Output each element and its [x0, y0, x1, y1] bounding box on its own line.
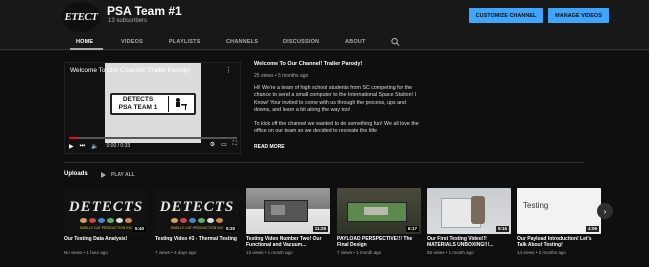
subscriber-count: 13 subscribers: [108, 18, 148, 24]
video-thumbnail[interactable]: 9:15: [427, 188, 511, 234]
thumbnail-logo: DETECTS: [159, 199, 235, 215]
miniplayer-icon[interactable]: ▭: [221, 141, 227, 148]
featured-meta: 25 views • 5 months ago: [254, 73, 309, 79]
video-card[interactable]: DETECTS SMELLY CAT PRODUCTION INC 5:40 O…: [64, 188, 148, 255]
search-icon[interactable]: [391, 37, 400, 47]
video-meta: 14 views • 2 months ago: [517, 250, 566, 255]
tab-home[interactable]: HOME: [76, 39, 93, 45]
video-meta: 55 views • 1 month ago: [427, 250, 474, 255]
customize-channel-button[interactable]: CUSTOMIZE CHANNEL: [469, 8, 543, 23]
video-card[interactable]: 9:15 Our First Testing Video!!! MATERIAL…: [427, 188, 511, 255]
thumbnail-machine: [264, 200, 308, 222]
video-card[interactable]: DETECTS SMELLY CAT PRODUCTION INC 5:20 T…: [155, 188, 239, 255]
read-more-link[interactable]: READ MORE: [254, 144, 285, 150]
video-title[interactable]: Testing Video #3 - Thermal Testing: [155, 236, 239, 249]
video-title[interactable]: Our Payload Introduction! Let's Talk Abo…: [517, 236, 601, 249]
video-thumbnail[interactable]: DETECTS SMELLY CAT PRODUCTION INC 5:20: [155, 188, 239, 234]
video-title[interactable]: Our Testing Data Analysis!: [64, 236, 148, 249]
tab-channels[interactable]: CHANNELS: [226, 39, 258, 45]
video-meta: 7 views • 4 days ago: [155, 250, 197, 255]
active-tab-indicator: [70, 48, 103, 50]
video-thumbnail[interactable]: DETECTS SMELLY CAT PRODUCTION INC 5:40: [64, 188, 148, 234]
player-frame: DETECTS PSA TEAM 1: [105, 63, 201, 143]
channel-avatar[interactable]: ETECT: [62, 2, 100, 32]
video-thumbnail[interactable]: 11:29: [246, 188, 330, 234]
time-readout: 0:00 / 0:33: [106, 143, 131, 149]
video-card[interactable]: Testing 4:06 Our Payload Introduction! L…: [517, 188, 601, 255]
thumbnail-text: Testing: [523, 201, 549, 210]
badge-line-2: PSA TEAM 1: [118, 104, 158, 111]
video-card[interactable]: 6:17 PAYLOAD PERSPECTIVE!!! The Final De…: [337, 188, 421, 255]
desk-person-icon: [168, 96, 190, 112]
player-title: Welcome To Our Channel! Trailer Parody!: [70, 67, 191, 74]
fullscreen-icon[interactable]: ⛶: [233, 141, 237, 148]
chevron-right-icon[interactable]: ›: [597, 203, 613, 219]
description-paragraph-1: Hi! We're a team of high school students…: [254, 85, 416, 113]
tab-discussion[interactable]: DISCUSSION: [283, 39, 319, 45]
progress-bar[interactable]: [69, 137, 237, 139]
description-paragraph-2: To kick off the channel we wanted to do …: [254, 121, 419, 135]
detects-badge: DETECTS PSA TEAM 1: [110, 93, 196, 115]
video-title[interactable]: Testing Video Number Two! Our Functional…: [246, 236, 330, 249]
thumbnail-planets: [80, 218, 132, 223]
video-duration: 5:20: [223, 226, 237, 232]
featured-title[interactable]: Welcome To Our Channel! Trailer Parody!: [254, 61, 362, 67]
tab-videos[interactable]: VIDEOS: [121, 39, 143, 45]
volume-icon[interactable]: 🔈: [91, 143, 98, 150]
play-icon[interactable]: ▶: [69, 143, 74, 150]
video-duration: 4:06: [585, 226, 599, 232]
video-thumbnail[interactable]: 6:17: [337, 188, 421, 234]
tab-playlists[interactable]: PLAYLISTS: [169, 39, 201, 45]
video-duration: 5:40: [132, 226, 146, 232]
video-thumbnail[interactable]: Testing 4:06: [517, 188, 601, 234]
play-all-label: PLAY ALL: [111, 172, 135, 178]
progress-fill: [69, 137, 78, 139]
video-duration: 9:15: [495, 226, 509, 232]
next-icon[interactable]: ⏭: [80, 143, 85, 150]
player-controls: ▶ ⏭ 🔈 0:00 / 0:33 ⚙ ▭ ⛶: [69, 141, 239, 151]
channel-name: PSA Team #1: [107, 4, 182, 18]
shelf-divider: [64, 162, 584, 163]
video-meta: No views • 1 hour ago: [64, 250, 108, 255]
video-meta: 13 views • 1 month ago: [246, 250, 293, 255]
featured-description: Hi! We're a team of high school students…: [254, 85, 424, 143]
badge-text: DETECTS PSA TEAM 1: [112, 96, 164, 112]
play-icon: [101, 172, 106, 178]
avatar-text: ETECT: [64, 11, 98, 23]
more-vert-icon[interactable]: ⋮: [225, 66, 232, 74]
thumbnail-planets: [171, 218, 223, 223]
uploads-title[interactable]: Uploads: [64, 171, 88, 177]
video-title[interactable]: PAYLOAD PERSPECTIVE!!! The Final Design: [337, 236, 421, 249]
video-duration: 6:17: [405, 226, 419, 232]
play-all-button[interactable]: PLAY ALL: [101, 172, 135, 178]
thumbnail-circuit-board: [347, 202, 407, 222]
video-card[interactable]: 11:29 Testing Video Number Two! Our Func…: [246, 188, 330, 255]
thumbnail-hand: [471, 196, 485, 224]
player-right-controls: ⚙ ▭ ⛶: [210, 141, 237, 148]
thumbnail-logo: DETECTS: [68, 199, 144, 215]
tab-about[interactable]: ABOUT: [345, 39, 366, 45]
featured-video-player[interactable]: DETECTS PSA TEAM 1 Welcome To Our Channe…: [64, 62, 241, 154]
video-title[interactable]: Our First Testing Video!!! MATERIALS UNB…: [427, 236, 511, 249]
video-meta: 7 views • 1 month ago: [337, 250, 382, 255]
video-duration: 11:29: [312, 226, 328, 232]
channel-tabs: HOME VIDEOS PLAYLISTS CHANNELS DISCUSSIO…: [0, 36, 649, 50]
settings-icon[interactable]: ⚙: [210, 141, 215, 148]
badge-line-1: DETECTS: [122, 96, 154, 103]
manage-videos-button[interactable]: MANAGE VIDEOS: [548, 8, 609, 23]
